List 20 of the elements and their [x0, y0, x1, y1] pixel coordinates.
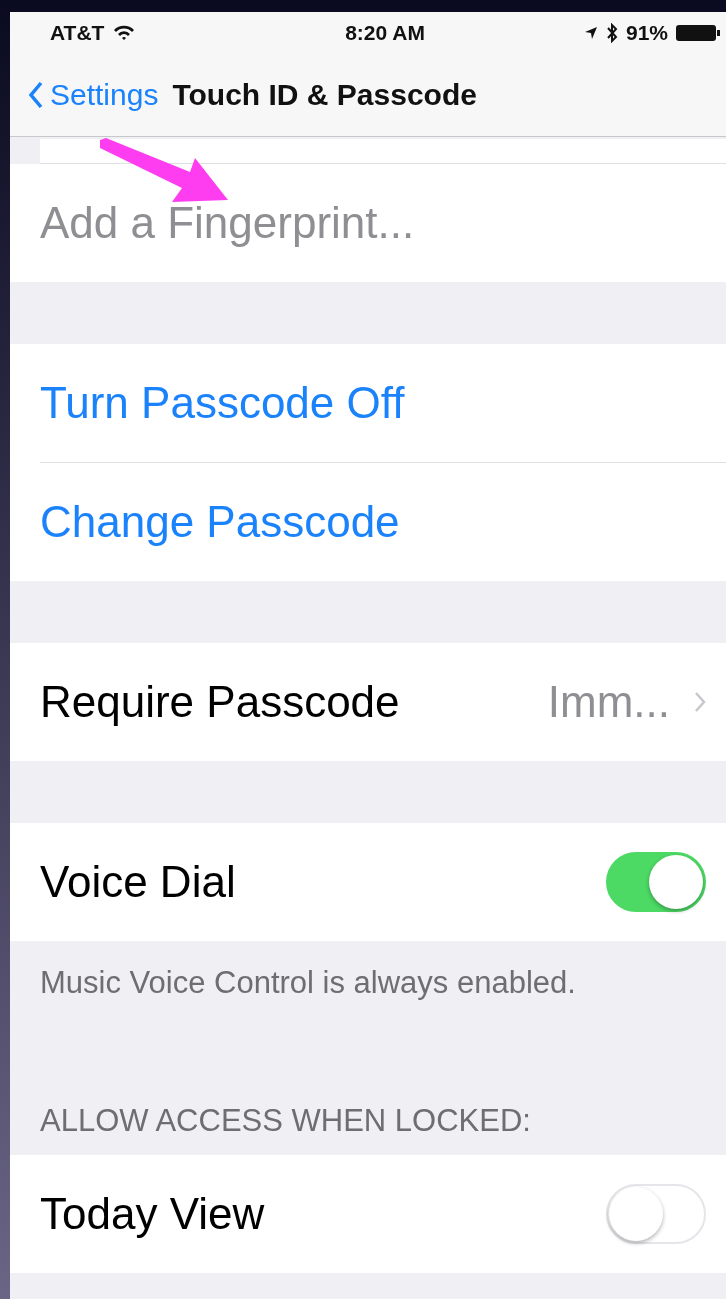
clock-time: 8:20 AM [345, 21, 425, 45]
section-header: ALLOW ACCESS WHEN LOCKED: [39, 1102, 532, 1140]
action-link[interactable]: Change Passcode [40, 497, 400, 547]
carrier-label: AT&T [50, 21, 105, 45]
screen-title: Touch ID & Passcode [172, 78, 477, 112]
back-button[interactable]: Settings [28, 78, 159, 112]
wifi-icon [112, 24, 137, 42]
action-link[interactable]: Turn Passcode Off [40, 378, 405, 428]
setting-label: Today View [40, 1189, 265, 1239]
bluetooth-icon [605, 23, 618, 43]
setting-label[interactable]: Require Passcode [40, 677, 400, 727]
section-footer: Music Voice Control is always enabled. [10, 941, 726, 1011]
battery-percent: 91% [625, 21, 668, 45]
chevron-left-icon [28, 81, 44, 109]
chevron-right-icon [694, 691, 706, 713]
location-icon [583, 26, 598, 40]
battery-icon [676, 23, 720, 43]
setting-value: Imm... [547, 677, 670, 727]
setting-label: Voice Dial [40, 857, 236, 907]
toggle-switch[interactable] [606, 852, 706, 912]
